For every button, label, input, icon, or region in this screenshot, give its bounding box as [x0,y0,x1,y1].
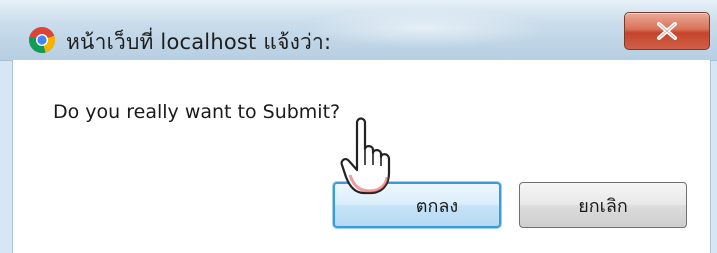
cancel-button[interactable]: ยกเลิก [519,182,687,228]
hand-pointer-icon [340,117,391,195]
alert-dialog: หน้าเว็บที่ localhost แจ้งว่า: Do you re… [0,0,717,253]
chrome-icon [28,26,56,54]
close-icon [657,22,677,40]
dialog-title: หน้าเว็บที่ localhost แจ้งว่า: [66,30,332,54]
ok-button-label: ตกลง [415,195,459,217]
close-button[interactable] [624,12,710,50]
cancel-button-label: ยกเลิก [578,195,628,217]
dialog-message: Do you really want to Submit? [53,101,341,123]
titlebar-glow [300,8,550,48]
dialog-titlebar[interactable]: หน้าเว็บที่ localhost แจ้งว่า: [0,0,717,61]
